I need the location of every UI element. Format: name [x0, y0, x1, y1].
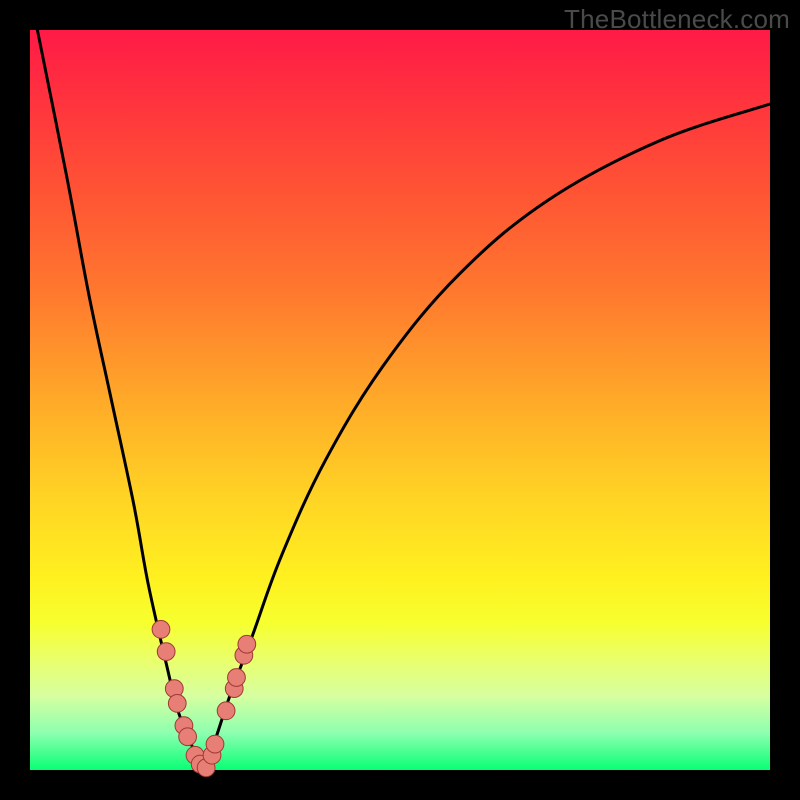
curve-left-branch	[37, 30, 204, 770]
data-marker	[238, 635, 256, 653]
data-marker	[217, 702, 235, 720]
data-marker	[157, 643, 175, 661]
data-marker	[206, 735, 224, 753]
chart-frame: TheBottleneck.com	[0, 0, 800, 800]
chart-svg	[30, 30, 770, 770]
data-marker	[168, 695, 186, 713]
data-marker	[179, 728, 197, 746]
curve-group	[37, 30, 770, 770]
data-marker	[228, 669, 246, 687]
plot-area	[30, 30, 770, 770]
watermark-text: TheBottleneck.com	[564, 4, 790, 35]
curve-right-branch	[204, 104, 770, 770]
data-marker	[152, 621, 170, 639]
marker-group	[152, 621, 256, 777]
